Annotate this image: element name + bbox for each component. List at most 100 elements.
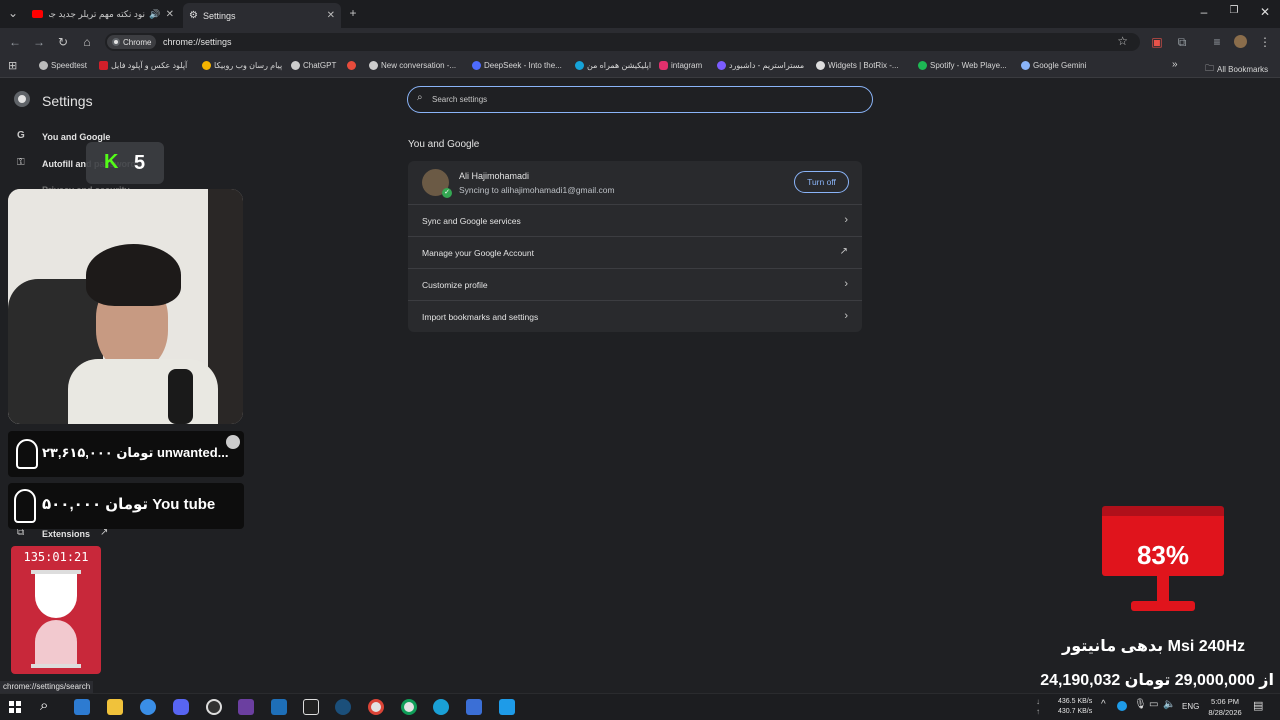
- apps-icon[interactable]: ⊞: [8, 59, 17, 72]
- import-bookmarks-row[interactable]: Import bookmarks and settings ›: [408, 300, 862, 332]
- webcam-mic: [168, 369, 193, 424]
- s-app-icon[interactable]: [238, 699, 254, 715]
- kick-count: 5: [134, 152, 146, 174]
- customize-profile-row[interactable]: Customize profile ›: [408, 268, 862, 300]
- chrome-icon[interactable]: [401, 699, 417, 715]
- bookmark-item[interactable]: ChatGPT: [291, 61, 336, 70]
- bookmark-item[interactable]: پیام رسان وب روبیکا: [202, 61, 282, 70]
- goal-banner-text: ۵۰۰,۰۰۰ تومان You tube: [42, 496, 216, 513]
- epic-games-icon[interactable]: [303, 699, 319, 715]
- bookmark-item[interactable]: intagram: [659, 61, 702, 70]
- row-label: Import bookmarks and settings: [422, 312, 539, 322]
- forward-icon[interactable]: →: [31, 35, 47, 49]
- language-indicator[interactable]: ENG: [1182, 702, 1199, 711]
- store-icon[interactable]: [466, 699, 482, 715]
- upload-icon: [99, 61, 108, 70]
- avatar[interactable]: [1234, 35, 1247, 48]
- notification-icon[interactable]: ▤: [1253, 699, 1263, 712]
- net-down: 430.7 KB/s: [1058, 708, 1093, 715]
- external-link-icon: ↗: [839, 246, 848, 257]
- donation-banner: ۲۳,۶۱۵,۰۰۰ تومان unwanted...: [8, 431, 244, 477]
- close-window-icon[interactable]: ✕: [1257, 5, 1273, 19]
- bookmark-label: Speedtest: [51, 61, 88, 70]
- steam-icon[interactable]: [335, 699, 351, 715]
- minimize-icon[interactable]: –: [1196, 5, 1212, 19]
- new-tab-icon[interactable]: +: [345, 6, 361, 20]
- monitor-percent: 83%: [1136, 540, 1190, 570]
- botrix-icon: [816, 61, 825, 70]
- sync-services-row[interactable]: Sync and Google services ›: [408, 204, 862, 236]
- address-bar[interactable]: Chrome chrome://settings ☆: [105, 33, 1140, 51]
- gear-icon: ⚙: [189, 10, 198, 21]
- file-explorer-icon[interactable]: [107, 699, 123, 715]
- search-placeholder: Search settings: [432, 95, 488, 104]
- chevron-right-icon: ›: [844, 310, 848, 322]
- close-tab-icon[interactable]: ✕: [327, 10, 335, 21]
- bookmark-item[interactable]: Widgets | BotRix -...: [816, 61, 899, 70]
- bookmark-item[interactable]: [347, 61, 356, 70]
- webcam-shirt: [68, 359, 218, 424]
- search-settings-input[interactable]: ⌕ Search settings: [407, 86, 873, 113]
- all-bookmarks[interactable]: 🗀 All Bookmarks: [1205, 61, 1268, 77]
- bookmark-item[interactable]: اپلیکیشن همراه من: [575, 61, 651, 70]
- folder-icon: 🗀: [1205, 63, 1215, 73]
- media-controls-icon[interactable]: ≡: [1209, 35, 1225, 49]
- status-bubble: chrome://settings/search: [0, 681, 94, 693]
- search-icon[interactable]: ⌕: [40, 697, 48, 714]
- bookmark-star-icon[interactable]: ☆: [1117, 34, 1128, 48]
- chrome-chip[interactable]: Chrome: [107, 35, 157, 49]
- bookmark-item[interactable]: DeepSeek - Into the...: [472, 61, 562, 70]
- tab-search-icon[interactable]: ⌄: [5, 6, 21, 20]
- close-tab-icon[interactable]: ✕: [166, 9, 174, 20]
- windows-start-icon[interactable]: [9, 701, 21, 713]
- obs-icon[interactable]: [206, 699, 222, 715]
- bookmark-item[interactable]: Spotify - Web Playe...: [918, 61, 1007, 70]
- chevron-up-icon[interactable]: ^: [1101, 699, 1106, 710]
- network-icon[interactable]: ▭: [1149, 699, 1158, 710]
- audio-icon[interactable]: 🔊: [149, 9, 160, 20]
- calculator-icon[interactable]: [74, 699, 90, 715]
- monitor-goal-title: بدهی مانیتور Msi 240Hz: [1061, 638, 1245, 655]
- sidebar-item-you-and-google[interactable]: You and Google: [42, 132, 110, 142]
- bookmark-item[interactable]: Speedtest: [39, 61, 87, 70]
- profile-name: Ali Hajimohamadi: [459, 171, 530, 181]
- ghost-icon: [14, 489, 36, 523]
- section-title: You and Google: [408, 139, 480, 150]
- manage-account-row[interactable]: Manage your Google Account ↗: [408, 236, 862, 268]
- speedtest-icon: [39, 61, 48, 70]
- url-text[interactable]: chrome://settings: [163, 37, 232, 47]
- bookmark-item[interactable]: آپلود عکس و آپلود فایل: [99, 61, 187, 70]
- puzzle-icon[interactable]: ⧉: [1174, 35, 1190, 50]
- reload-icon[interactable]: ↻: [55, 35, 71, 49]
- microphone-icon[interactable]: 🎙: [1134, 699, 1147, 710]
- bookmark-item[interactable]: Google Gemini: [1021, 61, 1086, 70]
- tab-youtube[interactable]: نود نکته مهم تریلر جدید جی ت 🔊 ✕: [26, 3, 180, 25]
- bookmark-label: DeepSeek - Into the...: [484, 61, 562, 70]
- bookmark-item[interactable]: New conversation -...: [369, 61, 456, 70]
- home-icon[interactable]: ⌂: [79, 35, 95, 49]
- app-icon[interactable]: [140, 699, 156, 715]
- extension-icon[interactable]: ▣: [1149, 35, 1165, 49]
- settings-logo-icon: [14, 91, 30, 107]
- vscode-icon[interactable]: [271, 699, 287, 715]
- shield-icon[interactable]: [499, 699, 515, 715]
- volume-icon[interactable]: 🔈: [1163, 699, 1175, 710]
- tray-app-icon[interactable]: [1117, 701, 1127, 711]
- chrome-icon: [112, 38, 120, 46]
- bookmark-item[interactable]: مستراستریم - داشبورد: [717, 61, 804, 70]
- key-icon: ⚿: [17, 157, 25, 168]
- discord-icon[interactable]: [173, 699, 189, 715]
- menu-icon[interactable]: ⋮: [1257, 35, 1273, 49]
- sync-check-icon: ✓: [442, 188, 452, 198]
- clock-date: 8/28/2026: [1208, 708, 1242, 717]
- back-icon[interactable]: ←: [7, 35, 23, 49]
- v-app-icon[interactable]: [433, 699, 449, 715]
- clock[interactable]: 5:06 PM 8/28/2026: [1203, 696, 1247, 718]
- bookmarks-overflow-icon[interactable]: »: [1172, 59, 1178, 70]
- turn-off-button[interactable]: Turn off: [794, 171, 849, 193]
- restore-icon[interactable]: ❐: [1226, 5, 1242, 16]
- tab-settings[interactable]: ⚙ Settings ✕: [183, 3, 341, 28]
- chrome-icon[interactable]: [368, 699, 384, 715]
- kick-logo-icon: K: [104, 151, 119, 173]
- sidebar-item-extensions[interactable]: Extensions: [42, 529, 90, 539]
